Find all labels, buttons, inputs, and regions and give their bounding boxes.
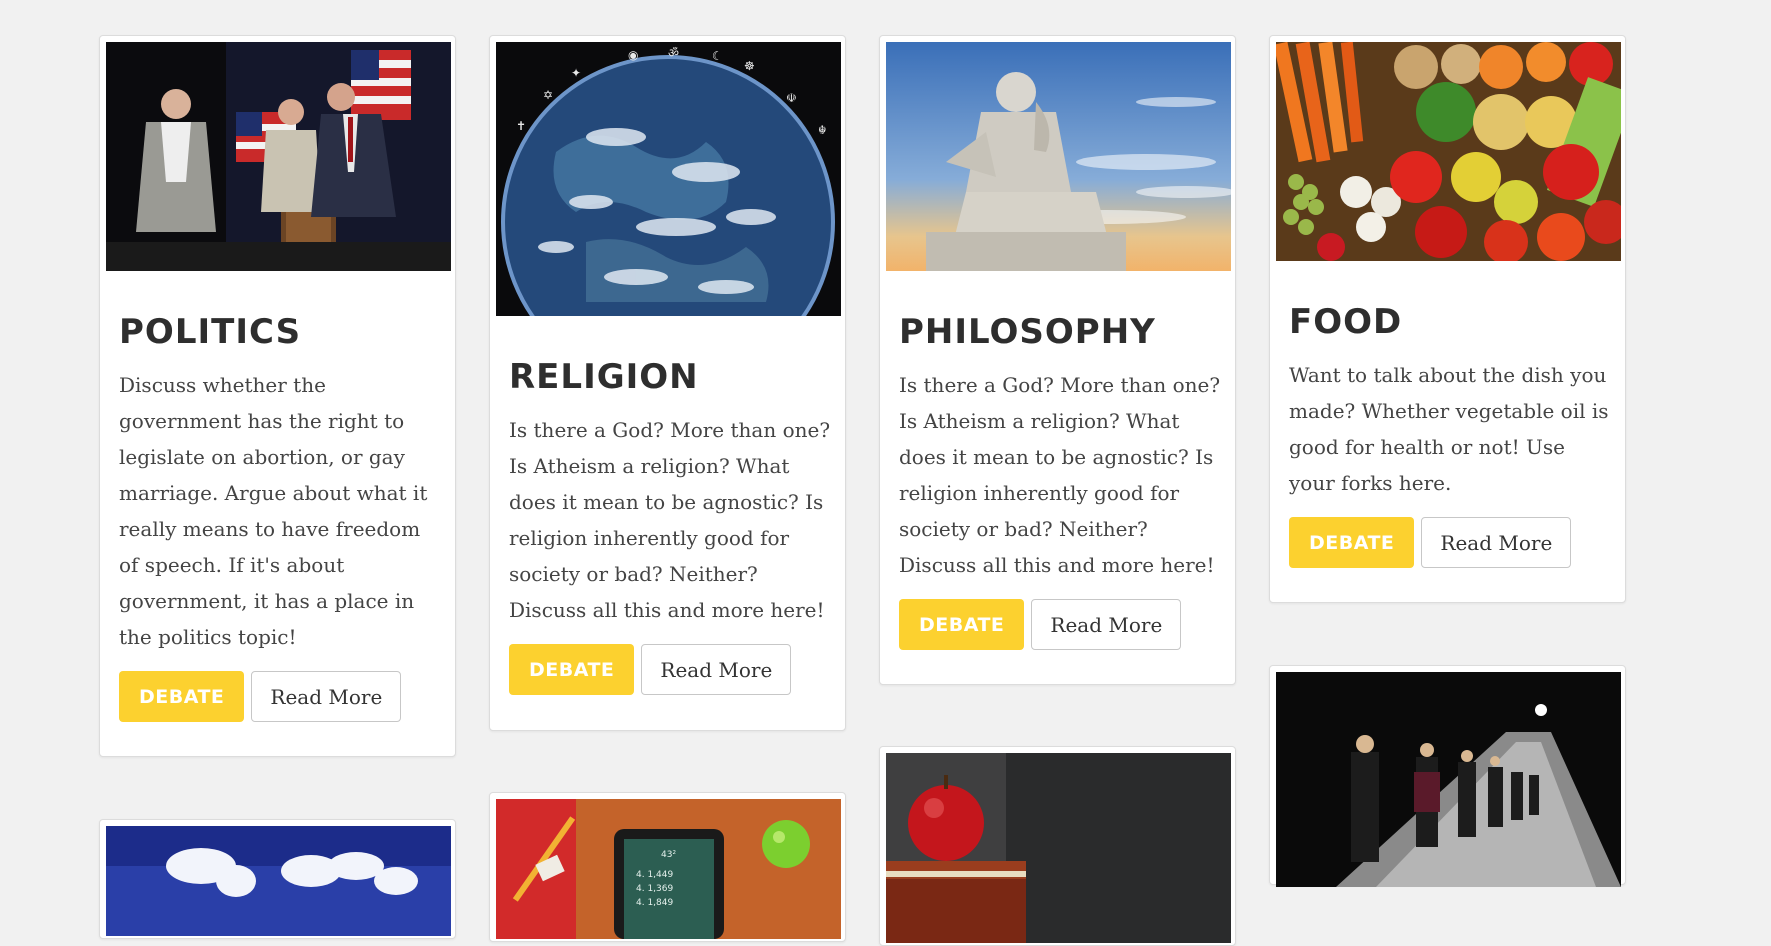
svg-text:ॐ: ॐ xyxy=(668,46,679,60)
card-actions: DEBATE Read More xyxy=(509,644,832,723)
card-title: RELIGION xyxy=(509,357,699,397)
card-title: PHILOSOPHY xyxy=(899,312,1156,352)
philosophy-image[interactable] xyxy=(886,42,1231,271)
svg-text:✡: ✡ xyxy=(543,88,553,102)
tablet-image[interactable]: 43² 4. 1,449 4. 1,369 4. 1,849 xyxy=(496,799,841,939)
svg-text:☾: ☾ xyxy=(712,49,723,63)
topic-card-religion: ✝ ✡ ✦ ◉ ॐ ☾ ☸ ☫ ☬ RELIGION Is there a Go… xyxy=(489,35,846,731)
card-title: POLITICS xyxy=(119,312,302,352)
topic-card-partial-1 xyxy=(99,819,456,939)
card-description: Discuss whether the government has the r… xyxy=(119,373,428,649)
card-actions: DEBATE Read More xyxy=(119,671,442,750)
politics-photo-icon xyxy=(106,42,451,271)
card-description: Is there a God? More than one? Is Atheis… xyxy=(899,373,1221,577)
debate-button[interactable]: DEBATE xyxy=(899,599,1025,650)
svg-text:☸: ☸ xyxy=(744,59,755,73)
topic-card-partial-3 xyxy=(879,746,1236,946)
card-actions: DEBATE Read More xyxy=(899,599,1222,678)
debate-button[interactable]: DEBATE xyxy=(1289,517,1415,568)
card-actions: DEBATE Read More xyxy=(1289,517,1612,596)
apple-chalkboard-photo-icon xyxy=(886,753,1231,943)
card-body: POLITICS Discuss whether the government … xyxy=(106,315,449,750)
card-title: FOOD xyxy=(1289,302,1403,342)
fashion-runway-photo-icon xyxy=(1276,672,1621,887)
card-description: Is there a God? More than one? Is Atheis… xyxy=(509,418,831,622)
runway-image[interactable] xyxy=(1276,672,1621,887)
svg-text:43²: 43² xyxy=(661,850,676,860)
debate-button[interactable]: DEBATE xyxy=(509,644,635,695)
thinker-statue-photo-icon xyxy=(886,42,1231,271)
card-description: Want to talk about the dish you made? Wh… xyxy=(1289,363,1609,495)
svg-text:4. 1,369: 4. 1,369 xyxy=(636,884,673,894)
debate-button[interactable]: DEBATE xyxy=(119,671,245,722)
topic-card-partial-2: 43² 4. 1,449 4. 1,369 4. 1,849 xyxy=(489,792,846,942)
read-more-button[interactable]: Read More xyxy=(641,644,792,695)
svg-text:✦: ✦ xyxy=(571,66,581,80)
topic-card-philosophy: PHILOSOPHY Is there a God? More than one… xyxy=(879,35,1236,685)
earth-photo-icon: ✝ ✡ ✦ ◉ ॐ ☾ ☸ ☫ ☬ xyxy=(496,42,841,316)
read-more-button[interactable]: Read More xyxy=(1421,517,1572,568)
cloud-map-photo-icon xyxy=(106,826,451,936)
topic-card-partial-4 xyxy=(1269,665,1626,887)
card-body: RELIGION Is there a God? More than one? … xyxy=(496,360,839,723)
vegetables-photo-icon xyxy=(1276,42,1621,261)
svg-text:☬: ☬ xyxy=(818,123,827,137)
topic-card-food: FOOD Want to talk about the dish you mad… xyxy=(1269,35,1626,603)
topic-card-politics: POLITICS Discuss whether the government … xyxy=(99,35,456,757)
apple-books-image[interactable] xyxy=(886,753,1231,943)
politics-image[interactable] xyxy=(106,42,451,271)
svg-text:◉: ◉ xyxy=(628,48,638,62)
svg-text:4. 1,449: 4. 1,449 xyxy=(636,870,673,880)
svg-text:4. 1,849: 4. 1,849 xyxy=(636,898,673,908)
card-body: FOOD Want to talk about the dish you mad… xyxy=(1276,305,1619,596)
card-body: PHILOSOPHY Is there a God? More than one… xyxy=(886,315,1229,678)
tablet-desk-photo-icon: 43² 4. 1,449 4. 1,369 4. 1,849 xyxy=(496,799,841,939)
read-more-button[interactable]: Read More xyxy=(1031,599,1182,650)
read-more-button[interactable]: Read More xyxy=(251,671,402,722)
food-image[interactable] xyxy=(1276,42,1621,261)
cloud-world-map-image[interactable] xyxy=(106,826,451,936)
svg-text:☫: ☫ xyxy=(786,91,797,105)
svg-text:✝: ✝ xyxy=(516,119,526,133)
religion-image[interactable]: ✝ ✡ ✦ ◉ ॐ ☾ ☸ ☫ ☬ xyxy=(496,42,841,316)
